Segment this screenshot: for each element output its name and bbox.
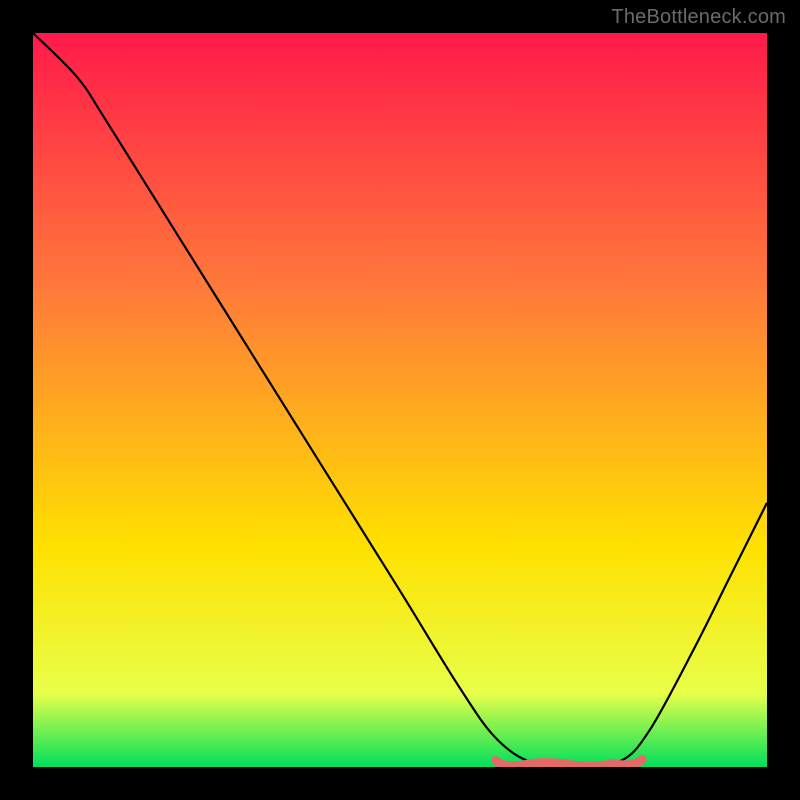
gradient-background — [33, 33, 767, 767]
plot-area — [33, 33, 767, 767]
watermark-text: TheBottleneck.com — [611, 6, 786, 29]
chart-svg — [33, 33, 767, 767]
